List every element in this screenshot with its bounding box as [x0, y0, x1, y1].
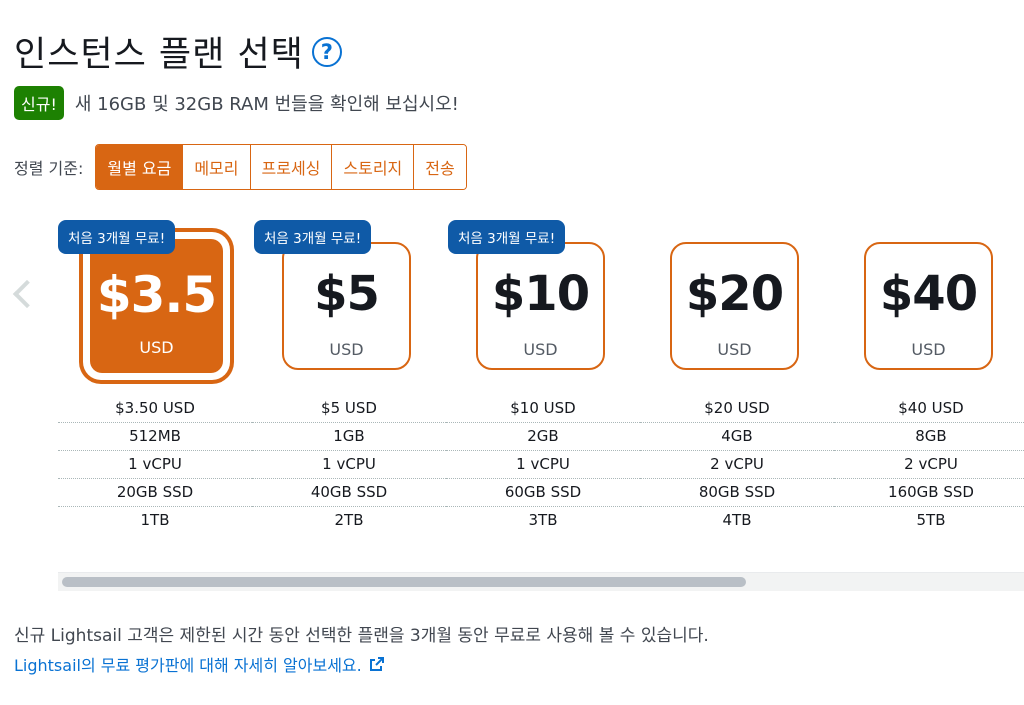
- chevron-left-icon[interactable]: [12, 279, 42, 309]
- plan-specs: $10 USD 2GB 1 vCPU 60GB SSD 3TB: [446, 395, 640, 534]
- promo-badge: 처음 3개월 무료!: [254, 220, 372, 254]
- spec-memory: 512MB: [58, 423, 252, 451]
- price-card[interactable]: $20 USD: [670, 242, 799, 370]
- spec-storage: 80GB SSD: [640, 479, 834, 507]
- spec-cpu: 2 vCPU: [640, 451, 834, 479]
- price-card[interactable]: $40 USD: [864, 242, 993, 370]
- scrollbar-thumb[interactable]: [62, 577, 746, 587]
- price-card[interactable]: $3.5 USD: [83, 232, 230, 380]
- price-amount: $3.5: [96, 266, 217, 324]
- free-trial-link[interactable]: Lightsail의 무료 평가판에 대해 자세히 알아보세요.: [14, 652, 384, 676]
- sort-option-transfer[interactable]: 전송: [413, 145, 466, 189]
- sort-option-monthly-price[interactable]: 월별 요금: [96, 145, 183, 189]
- spec-price: $40 USD: [834, 395, 1024, 423]
- sort-option-memory[interactable]: 메모리: [182, 145, 250, 189]
- page-title: 인스턴스 플랜 선택: [14, 35, 304, 75]
- plan-card-40[interactable]: $40 USD $40 USD 8GB 2 vCPU 160GB SSD 5TB: [834, 215, 1024, 545]
- new-badge: 신규!: [14, 86, 64, 120]
- plan-carousel: 처음 3개월 무료! $3.5 USD $3.50 USD 512MB 1 vC…: [58, 215, 1024, 585]
- spec-memory: 1GB: [252, 423, 446, 451]
- spec-cpu: 2 vCPU: [834, 451, 1024, 479]
- spec-price: $3.50 USD: [58, 395, 252, 423]
- free-trial-link-text[interactable]: Lightsail의 무료 평가판에 대해 자세히 알아보세요.: [14, 652, 362, 676]
- spec-memory: 2GB: [446, 423, 640, 451]
- price-currency: USD: [329, 340, 364, 359]
- price-amount: $40: [879, 266, 978, 322]
- spec-transfer: 4TB: [722, 511, 752, 529]
- sort-label: 정렬 기준:: [14, 159, 84, 178]
- spec-cpu: 1 vCPU: [252, 451, 446, 479]
- spec-transfer: 3TB: [528, 511, 558, 529]
- plan-card-3-5[interactable]: 처음 3개월 무료! $3.5 USD $3.50 USD 512MB 1 vC…: [58, 215, 252, 545]
- price-amount: $5: [314, 266, 380, 322]
- price-card[interactable]: $5 USD: [282, 242, 411, 370]
- spec-storage: 160GB SSD: [834, 479, 1024, 507]
- plan-specs: $40 USD 8GB 2 vCPU 160GB SSD 5TB: [834, 395, 1024, 534]
- sort-row: 정렬 기준: 월별 요금 메모리 프로세싱 스토리지 전송: [14, 144, 467, 190]
- spec-price: $10 USD: [446, 395, 640, 423]
- news-text: 새 16GB 및 32GB RAM 번들을 확인해 보십시오!: [74, 94, 459, 115]
- sort-option-processing[interactable]: 프로세싱: [249, 145, 332, 189]
- spec-memory: 8GB: [834, 423, 1024, 451]
- spec-cpu: 1 vCPU: [446, 451, 640, 479]
- promo-badge: 처음 3개월 무료!: [448, 220, 566, 254]
- free-trial-note: 신규 Lightsail 고객은 제한된 시간 동안 선택한 플랜을 3개월 동…: [14, 626, 709, 646]
- spec-price: $5 USD: [252, 395, 446, 423]
- price-currency: USD: [717, 340, 752, 359]
- plan-card-5[interactable]: 처음 3개월 무료! $5 USD $5 USD 1GB 1 vCPU 40GB…: [252, 215, 446, 545]
- sort-segmented-control: 월별 요금 메모리 프로세싱 스토리지 전송: [95, 144, 467, 190]
- horizontal-scrollbar[interactable]: [58, 572, 1024, 591]
- help-icon[interactable]: ?: [311, 36, 342, 67]
- plan-specs: $3.50 USD 512MB 1 vCPU 20GB SSD 1TB: [58, 395, 252, 534]
- spec-price: $20 USD: [640, 395, 834, 423]
- plan-card-20[interactable]: $20 USD $20 USD 4GB 2 vCPU 80GB SSD 4TB: [640, 215, 834, 545]
- plan-card-10[interactable]: 처음 3개월 무료! $10 USD $10 USD 2GB 1 vCPU 60…: [446, 215, 640, 545]
- price-amount: $20: [685, 266, 784, 322]
- sort-option-storage[interactable]: 스토리지: [331, 145, 414, 189]
- spec-storage: 20GB SSD: [58, 479, 252, 507]
- price-currency: USD: [139, 338, 174, 357]
- price-card[interactable]: $10 USD: [476, 242, 605, 370]
- price-currency: USD: [911, 340, 946, 359]
- spec-transfer: 5TB: [916, 511, 946, 529]
- spec-storage: 40GB SSD: [252, 479, 446, 507]
- spec-cpu: 1 vCPU: [58, 451, 252, 479]
- plan-specs: $20 USD 4GB 2 vCPU 80GB SSD 4TB: [640, 395, 834, 534]
- price-amount: $10: [491, 266, 590, 322]
- promo-badge: 처음 3개월 무료!: [58, 220, 176, 254]
- news-row: 신규! 새 16GB 및 32GB RAM 번들을 확인해 보십시오!: [14, 86, 459, 120]
- spec-memory: 4GB: [640, 423, 834, 451]
- price-currency: USD: [523, 340, 558, 359]
- spec-storage: 60GB SSD: [446, 479, 640, 507]
- title-row: 인스턴스 플랜 선택 ?: [14, 26, 342, 77]
- spec-transfer: 2TB: [334, 511, 364, 529]
- plan-specs: $5 USD 1GB 1 vCPU 40GB SSD 2TB: [252, 395, 446, 534]
- external-link-icon: [369, 657, 384, 671]
- spec-transfer: 1TB: [140, 511, 170, 529]
